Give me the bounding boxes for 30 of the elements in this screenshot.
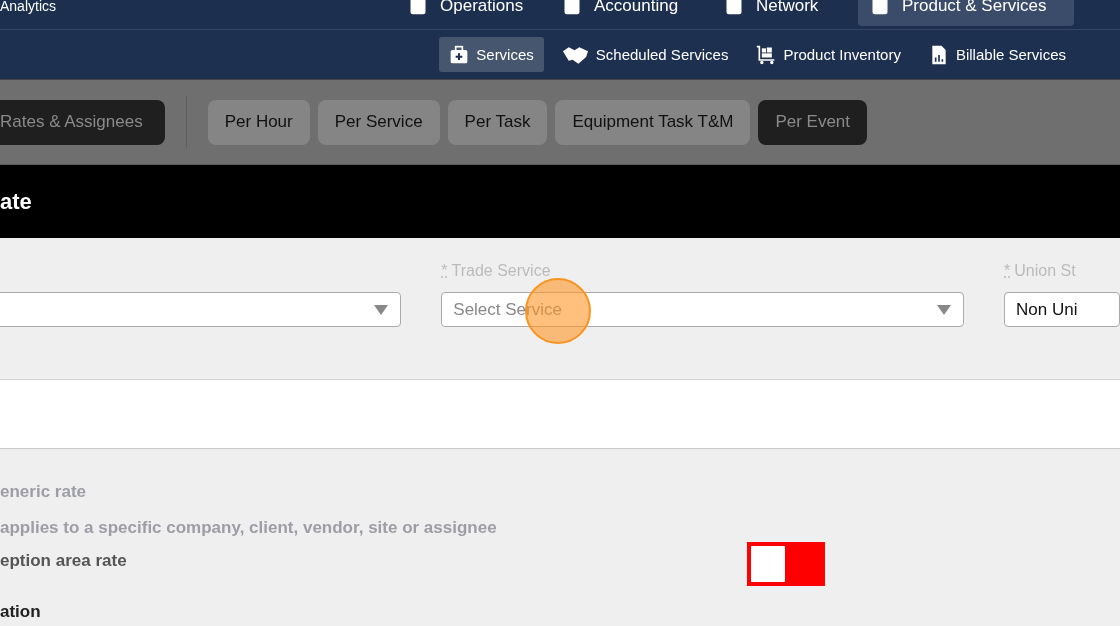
required-mark: * xyxy=(1004,262,1011,281)
nav-tab[interactable]: Product Inventory xyxy=(746,37,911,72)
required-mark: * xyxy=(441,262,448,281)
panel-title: ate xyxy=(0,188,32,215)
option-label: applies to a specific company, client, vendor, site or assignee xyxy=(0,517,498,539)
nav-tab[interactable]: Billable Services xyxy=(918,37,1076,72)
caret-icon xyxy=(374,304,389,315)
nav-icon xyxy=(562,0,582,17)
rate-tab[interactable]: Per Event xyxy=(758,99,868,145)
nav-tab[interactable]: Scheduled Services xyxy=(551,37,739,72)
select-field[interactable]: Non Uni xyxy=(1004,292,1120,327)
caret-icon xyxy=(937,304,952,315)
cart-icon xyxy=(756,44,777,65)
medical-kit-icon xyxy=(449,44,470,65)
handshake-icon xyxy=(561,44,589,65)
rate-tab[interactable]: Per Hour xyxy=(207,99,310,145)
nav-tab[interactable]: Analytics xyxy=(0,0,69,26)
nav-icon xyxy=(408,0,428,17)
nav-icon xyxy=(870,0,890,17)
rate-tab[interactable]: Per Task xyxy=(447,99,548,145)
rate-tab[interactable]: Per Service xyxy=(317,99,440,145)
rate-tab[interactable]: Equipment Task T&M xyxy=(555,99,751,145)
section-title: ation xyxy=(0,602,42,622)
option-label: eneric rate xyxy=(0,481,87,503)
rate-tab[interactable]: Rates & Assignees xyxy=(0,99,165,145)
option-label: eption area rate xyxy=(0,546,1120,576)
nav-tab[interactable]: Services xyxy=(439,37,544,72)
select-field[interactable] xyxy=(0,292,402,327)
nav-icon xyxy=(724,0,744,17)
toggle-switch[interactable] xyxy=(747,542,825,586)
